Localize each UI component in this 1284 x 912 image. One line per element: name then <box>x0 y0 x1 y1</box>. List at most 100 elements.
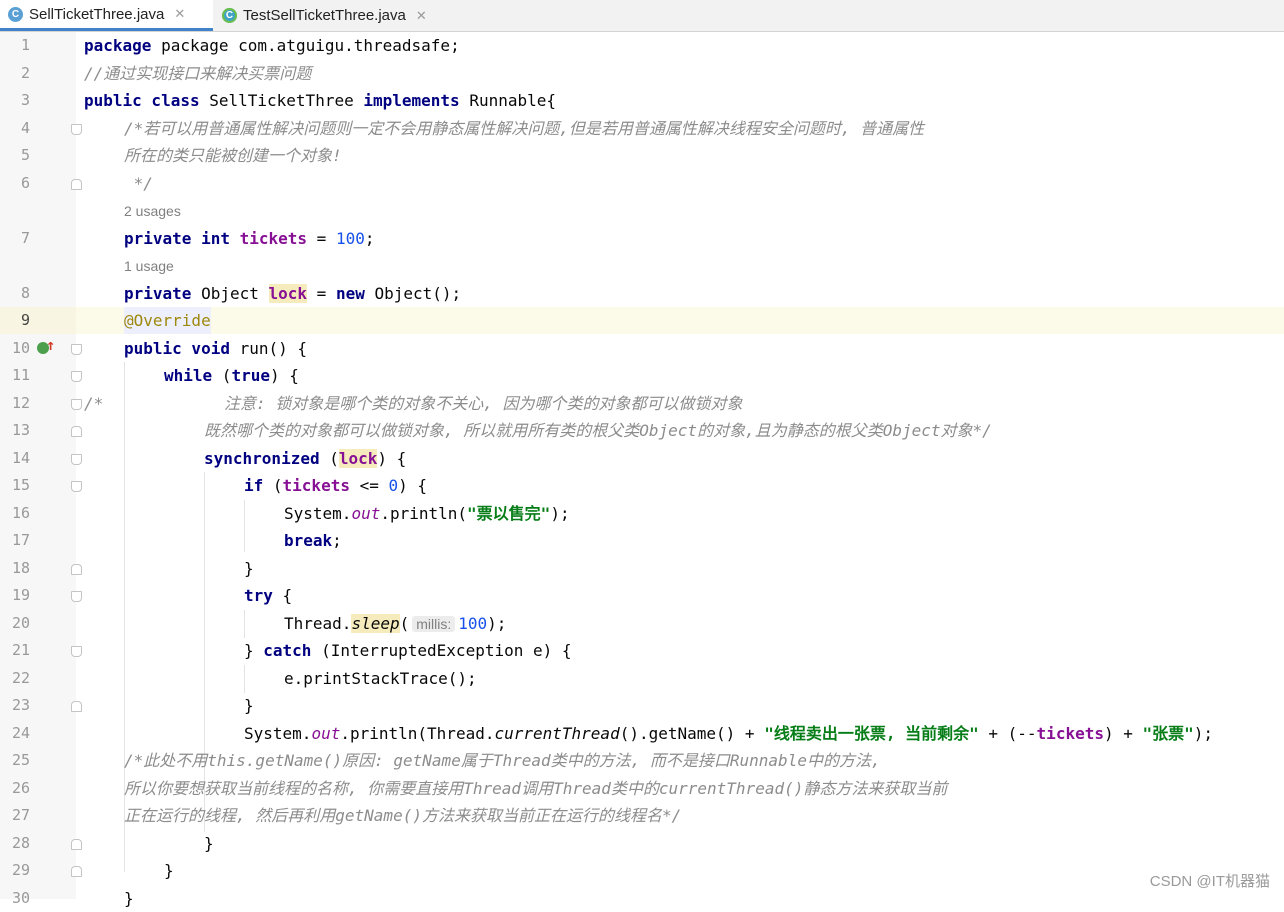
line-number: 14 <box>11 449 30 467</box>
code-text: private Object lock = new Object(); <box>124 284 462 303</box>
code-line: 14 synchronized (lock) { <box>0 445 1284 472</box>
line-number: 19 <box>11 586 30 604</box>
annotation-text: @Override <box>124 307 211 334</box>
fold-marker-icon[interactable] <box>71 454 82 465</box>
code-text: } <box>244 559 254 578</box>
line-number: 4 <box>20 119 30 137</box>
code-line: 2 //通过实现接口来解决买票问题 <box>0 60 1284 87</box>
tab-label: TestSellTicketThree.java <box>243 7 406 24</box>
code-text: break; <box>284 531 342 550</box>
comment-text: /*此处不用this.getName()原因: getName属于Thread类… <box>124 751 881 770</box>
line-number: 2 <box>20 64 30 82</box>
tab-label: SellTicketThree.java <box>29 5 165 23</box>
usages-hint[interactable]: 2 usages <box>124 198 181 225</box>
line-number: 7 <box>20 229 30 247</box>
code-line: 3 public class SellTicketThree implement… <box>0 87 1284 114</box>
comment-text: /*若可以用普通属性解决问题则一定不会用静态属性解决问题,但是若用普通属性解决线… <box>124 119 925 138</box>
code-line: 18 } <box>0 555 1284 582</box>
tab-sellticketthree[interactable]: C SellTicketThree.java ✕ <box>0 0 213 31</box>
code-line: 4 /*若可以用普通属性解决问题则一定不会用静态属性解决问题,但是若用普通属性解… <box>0 115 1284 142</box>
line-number: 3 <box>20 91 30 109</box>
code-text: } <box>244 696 254 715</box>
fold-marker-icon[interactable] <box>71 701 82 712</box>
close-icon[interactable]: ✕ <box>416 8 427 24</box>
fold-marker-icon[interactable] <box>71 426 82 437</box>
line-number: 1 <box>20 36 30 54</box>
usages-hint[interactable]: 1 usage <box>124 253 174 280</box>
code-line: 11 while (true) { <box>0 362 1284 389</box>
code-line: 17 break; <box>0 527 1284 554</box>
java-class-icon: C <box>8 6 23 22</box>
fold-marker-icon[interactable] <box>71 344 82 355</box>
code-line: 10 ↑ public void run() { <box>0 335 1284 362</box>
line-number: 23 <box>11 696 30 714</box>
code-text: public class SellTicketThree implements … <box>84 91 557 110</box>
code-text: package package com.atguigu.threadsafe; <box>84 36 460 55</box>
code-text: } catch (InterruptedException e) { <box>244 641 572 660</box>
watermark: CSDN @IT机器猫 <box>1149 873 1270 890</box>
code-text: e.printStackTrace(); <box>284 669 477 688</box>
line-number: 22 <box>11 669 30 687</box>
code-line: 6 */ <box>0 170 1284 197</box>
code-line: 27 正在运行的线程, 然后再利用getName()方法来获取当前正在运行的线程… <box>0 802 1284 829</box>
line-number: 11 <box>11 366 30 384</box>
line-number: 10 <box>11 339 30 357</box>
line-number: 12 <box>11 394 30 412</box>
fold-marker-icon[interactable] <box>71 124 82 135</box>
line-number: 15 <box>11 476 30 494</box>
line-number: 18 <box>11 559 30 577</box>
code-line: 19 try { <box>0 582 1284 609</box>
fold-marker-icon[interactable] <box>71 564 82 575</box>
comment-text: 正在运行的线程, 然后再利用getName()方法来获取当前正在运行的线程名*/ <box>124 806 682 825</box>
line-number: 17 <box>11 531 30 549</box>
close-icon[interactable]: ✕ <box>174 6 185 22</box>
comment-text: /* <box>84 394 104 413</box>
code-line: 28 } <box>0 830 1284 857</box>
editor-tab-bar: C SellTicketThree.java ✕ C TestSellTicke… <box>0 0 1284 32</box>
line-number: 8 <box>20 284 30 302</box>
code-text: try { <box>244 586 293 605</box>
line-number: 26 <box>11 779 30 797</box>
line-number: 6 <box>20 174 30 192</box>
fold-marker-icon[interactable] <box>71 591 82 602</box>
code-text: System.out.println(Thread.currentThread(… <box>244 724 1214 743</box>
line-number: 29 <box>11 861 30 879</box>
comment-text: 既然哪个类的对象都可以做锁对象, 所以就用所有类的根父类Object的对象,且为… <box>204 421 992 440</box>
code-text: synchronized (lock) { <box>204 449 407 468</box>
code-text: while (true) { <box>164 366 299 385</box>
line-number: 21 <box>11 641 30 659</box>
code-line: 15 if (tickets <= 0) { <box>0 472 1284 499</box>
code-line: 1 package package com.atguigu.threadsafe… <box>0 32 1284 59</box>
code-line: 25 /*此处不用this.getName()原因: getName属于Thre… <box>0 747 1284 774</box>
line-number: 20 <box>11 614 30 632</box>
code-line: 29 } <box>0 857 1284 884</box>
code-line: 12 /* 注意: 锁对象是哪个类的对象不关心, 因为哪个类的对象都可以做锁对象 <box>0 390 1284 417</box>
comment-text: 注意: 锁对象是哪个类的对象不关心, 因为哪个类的对象都可以做锁对象 <box>224 394 743 413</box>
fold-marker-icon[interactable] <box>71 371 82 382</box>
fold-marker-icon[interactable] <box>71 399 82 410</box>
code-text: Thread.sleep(millis: 100); <box>284 614 507 633</box>
code-text: public void run() { <box>124 339 308 358</box>
code-line: 8 private Object lock = new Object(); <box>0 280 1284 307</box>
fold-marker-icon[interactable] <box>71 839 82 850</box>
override-arrow-icon[interactable]: ↑ <box>46 338 55 353</box>
line-number: 5 <box>20 146 30 164</box>
code-line: 20 Thread.sleep(millis: 100); <box>0 610 1284 637</box>
fold-marker-icon[interactable] <box>71 646 82 657</box>
line-number: 13 <box>11 421 30 439</box>
line-number: 16 <box>11 504 30 522</box>
usage-hint-row: 2 usages <box>0 198 1284 225</box>
fold-marker-icon[interactable] <box>71 179 82 190</box>
code-line: 26 所以你要想获取当前线程的名称, 你需要直接用Thread调用Thread类… <box>0 775 1284 802</box>
fold-marker-icon[interactable] <box>71 866 82 877</box>
fold-marker-icon[interactable] <box>71 481 82 492</box>
code-line: 5 所在的类只能被创建一个对象! <box>0 142 1284 169</box>
line-number: 9 <box>20 311 30 329</box>
code-text: } <box>204 834 214 853</box>
line-number: 27 <box>11 806 30 824</box>
code-text: if (tickets <= 0) { <box>244 476 428 495</box>
tab-testsellticketthree[interactable]: C TestSellTicketThree.java ✕ <box>214 0 454 31</box>
code-text: } <box>164 861 174 880</box>
java-test-class-icon: C <box>222 8 237 23</box>
usage-hint-row: 1 usage <box>0 253 1284 280</box>
